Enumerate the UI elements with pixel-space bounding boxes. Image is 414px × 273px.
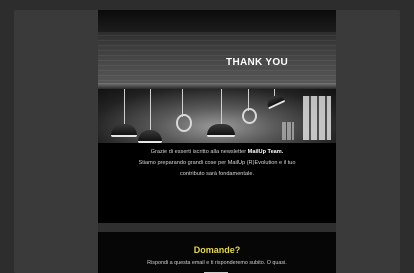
questions-text: Rispondi a questa email e ti risponderem… (147, 260, 287, 266)
message-line-1-text: Grazie di esserti iscritto alla newslett… (150, 149, 248, 155)
hero-image: THANK YOU (98, 10, 336, 143)
message-line-1: Grazie di esserti iscritto alla newslett… (98, 147, 336, 158)
email-container: THANK YOU Grazie di esserti iscritto all… (98, 10, 336, 273)
hanging-rope-loop (242, 108, 257, 124)
message-line-2: Stiamo preparando grandi cose per MailUp… (138, 160, 296, 166)
hanging-rope-loop (176, 114, 192, 132)
page: THANK YOU Grazie di esserti iscritto all… (0, 0, 414, 273)
window (303, 96, 331, 140)
lamp-cord (221, 89, 222, 125)
pendant-lamp (207, 124, 235, 137)
questions-title: Domande? (193, 245, 241, 255)
window-small (282, 122, 294, 140)
hero-title: THANK YOU (226, 57, 288, 68)
pendant-lamp (111, 124, 137, 137)
section-divider (98, 223, 336, 232)
shutter-top (98, 10, 336, 32)
brand-name: MailUp Team. (247, 149, 284, 155)
lamp-cord (124, 89, 125, 125)
questions-section: Domande? Rispondi a questa email e ti ri… (98, 232, 336, 273)
message-line-3: contributo sarà fondamentale. (179, 171, 254, 177)
lamp-cord (150, 89, 151, 131)
confirmation-message: Grazie di esserti iscritto alla newslett… (98, 147, 336, 180)
lamp-cord (182, 89, 183, 117)
